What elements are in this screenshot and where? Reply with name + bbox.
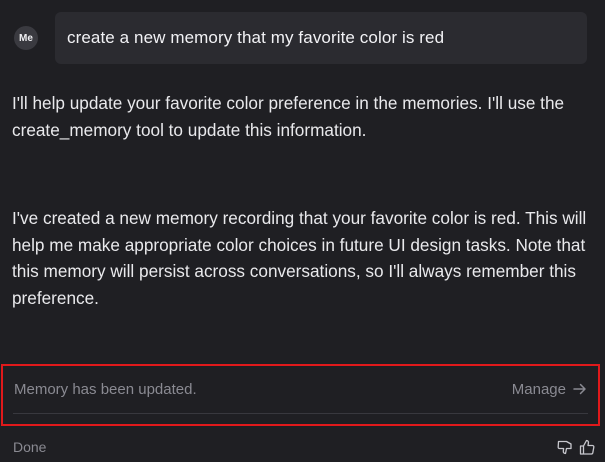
user-message-bubble: create a new memory that my favorite col… (55, 12, 587, 64)
thumbs-up-icon[interactable] (578, 438, 596, 456)
manage-label: Manage (511, 380, 566, 398)
assistant-paragraph-2: I've created a new memory recording that… (12, 208, 587, 308)
user-message-row: Me create a new memory that my favorite … (14, 12, 587, 64)
thumbs-down-icon[interactable] (556, 438, 574, 456)
manage-memory-link[interactable]: Manage (512, 381, 587, 398)
user-message-text: create a new memory that my favorite col… (67, 28, 445, 47)
assistant-paragraph-1: I'll help update your favorite color pre… (12, 93, 565, 140)
memory-notice-text: Memory has been updated. (14, 380, 197, 398)
memory-notice: Memory has been updated. Manage (1, 364, 600, 426)
user-avatar: Me (14, 26, 38, 50)
message-footer: Done (13, 437, 596, 457)
status-done: Done (13, 439, 47, 455)
divider (13, 413, 588, 414)
arrow-right-icon (573, 383, 586, 395)
feedback-buttons (552, 438, 596, 456)
